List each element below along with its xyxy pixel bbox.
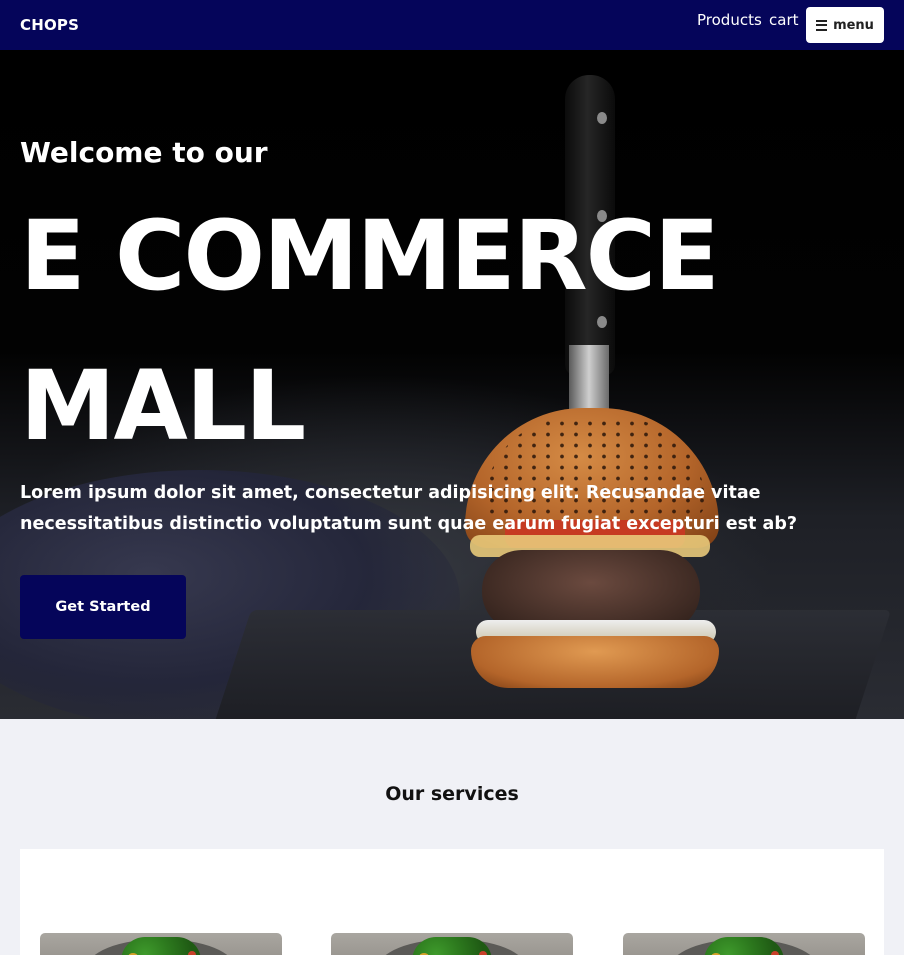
services-title: Our services [385, 783, 519, 805]
hero-section: Welcome to our E COMMERCE MALL Lorem ips… [0, 50, 904, 719]
hamburger-icon [816, 19, 828, 31]
service-card-image[interactable] [40, 933, 282, 955]
nav-link-cart[interactable]: cart [769, 11, 799, 29]
get-started-button[interactable]: Get Started [20, 575, 186, 639]
knife-blade [569, 345, 609, 415]
menu-button-label: menu [833, 17, 874, 33]
hero-welcome-text: Welcome to our [20, 136, 268, 169]
nav-link-products[interactable]: Products [697, 11, 762, 29]
service-card-image[interactable] [623, 933, 865, 955]
burger-bun-bottom [471, 636, 719, 688]
menu-button[interactable]: menu [806, 7, 884, 43]
hero-title-line1: E COMMERCE [20, 200, 720, 312]
service-card-image[interactable] [331, 933, 573, 955]
navbar: CHOPS Products cart menu [0, 0, 904, 50]
hero-description: Lorem ipsum dolor sit amet, consectetur … [20, 483, 797, 534]
brand-logo[interactable]: CHOPS [20, 16, 79, 34]
hero-title-line2: MALL [20, 350, 306, 462]
